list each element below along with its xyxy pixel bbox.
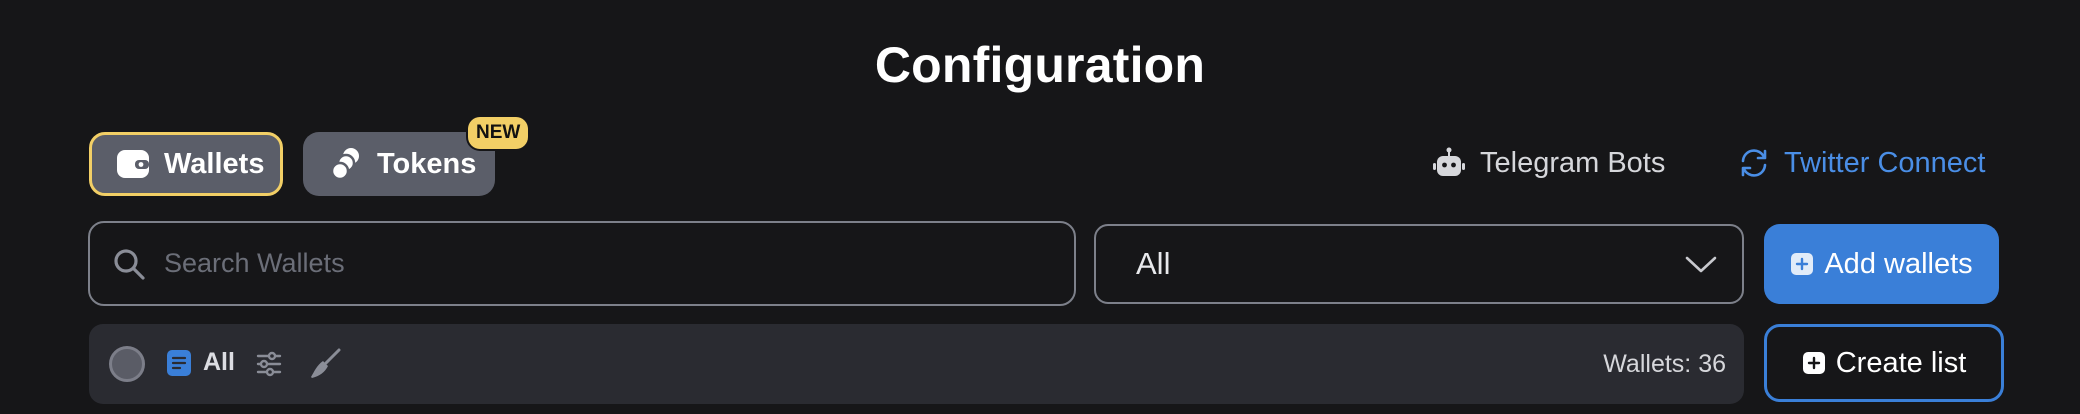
robot-icon [1432,146,1466,180]
plus-square-icon [1802,351,1826,375]
select-all-radio[interactable] [109,346,145,382]
create-list-label: Create list [1835,346,1967,379]
wallet-filter-value: All [1136,246,1171,281]
twitter-connect-link[interactable]: Twitter Connect [1738,141,1985,185]
twitter-connect-label: Twitter Connect [1784,146,1986,179]
broom-icon[interactable] [309,348,341,380]
tab-wallets-label: Wallets [164,147,265,180]
wallet-filter-select[interactable]: All [1094,224,1744,304]
chevron-down-icon [1684,254,1718,274]
add-wallets-button[interactable]: Add wallets [1764,224,1999,304]
list-all-label: All [203,348,235,376]
wallet-icon [116,147,150,181]
list-icon [167,349,191,376]
search-icon [112,247,146,281]
coins-icon [329,147,363,181]
tab-tokens-label: Tokens [377,147,477,180]
tab-tokens[interactable]: Tokens [303,132,495,196]
configuration-page: Configuration Wallets Tokens NEW Telegra… [0,0,2080,414]
list-filter-bar: All Wallets: 36 [89,324,1744,404]
new-badge: NEW [468,117,529,149]
sliders-icon[interactable] [255,350,283,378]
tab-wallets[interactable]: Wallets [89,132,283,196]
search-input[interactable] [164,248,1024,279]
page-title: Configuration [874,37,1206,93]
create-list-button[interactable]: Create list [1764,324,2004,402]
list-all-chip[interactable]: All [167,348,235,377]
search-box[interactable] [88,221,1076,306]
telegram-bots-link[interactable]: Telegram Bots [1432,141,1665,185]
wallet-count: Wallets: 36 [1603,350,1726,378]
refresh-icon [1738,147,1770,179]
add-wallets-label: Add wallets [1824,247,1973,280]
plus-square-icon [1790,252,1814,276]
telegram-bots-label: Telegram Bots [1480,146,1666,179]
